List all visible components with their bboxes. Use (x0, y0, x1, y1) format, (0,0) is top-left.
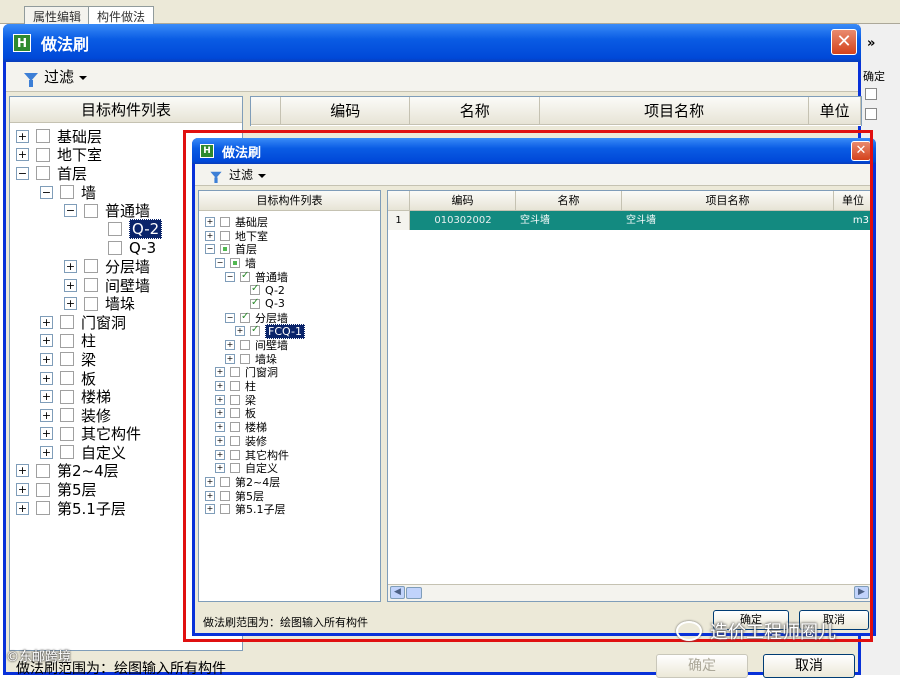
expand-icon[interactable]: + (16, 464, 29, 478)
expand-icon[interactable]: + (64, 259, 77, 273)
dropdown-caret-icon (79, 75, 88, 80)
node-checkbox[interactable] (84, 203, 98, 218)
side-checkbox[interactable] (865, 108, 877, 120)
node-checkbox[interactable] (36, 482, 50, 497)
node-checkbox[interactable] (60, 371, 74, 386)
collapse-icon[interactable]: − (40, 185, 53, 199)
expand-icon[interactable]: + (40, 352, 53, 366)
outer-title-bar[interactable]: H 做法刷 (3, 24, 861, 62)
corner-watermark: ©东邮跨境 (6, 650, 72, 665)
tree-node-label: Q-3 (129, 238, 157, 257)
expand-icon[interactable]: + (40, 315, 53, 329)
watermark-text: 造价工程师圈儿 (710, 622, 836, 643)
node-checkbox[interactable] (108, 222, 122, 237)
expand-icon[interactable]: + (40, 334, 53, 348)
column-code[interactable]: 编码 (281, 97, 411, 124)
expand-icon[interactable]: + (40, 390, 53, 404)
collapse-icon[interactable]: − (16, 166, 29, 180)
node-checkbox[interactable] (36, 129, 50, 144)
background-tab-strip: 属性编辑 构件做法 (0, 0, 900, 24)
highlight-frame (183, 130, 873, 642)
column-item-name[interactable]: 项目名称 (540, 97, 810, 124)
outer-cancel-button[interactable]: 取消 (763, 654, 855, 678)
tab-attribute-edit[interactable]: 属性编辑 (24, 6, 91, 24)
expand-icon[interactable]: + (16, 501, 29, 515)
app-icon: H (13, 34, 31, 52)
column-unit[interactable]: 单位 (809, 97, 861, 124)
outer-ok-button[interactable]: 确定 (656, 654, 748, 678)
expand-icon[interactable]: + (64, 297, 77, 311)
node-checkbox[interactable] (60, 408, 74, 423)
side-checkbox[interactable] (865, 88, 877, 100)
node-checkbox[interactable] (36, 147, 50, 162)
outer-filter-button[interactable]: 过滤 (44, 66, 88, 87)
node-checkbox[interactable] (84, 278, 98, 293)
wechat-icon (676, 621, 702, 641)
node-checkbox[interactable] (60, 426, 74, 441)
expand-icon[interactable]: + (16, 148, 29, 162)
expand-chevron-icon[interactable]: » (867, 36, 875, 51)
node-checkbox[interactable] (60, 352, 74, 367)
collapse-icon[interactable]: − (64, 204, 77, 218)
watermark: 造价工程师圈儿 (676, 618, 836, 644)
outer-list-header: 目标构件列表 (10, 97, 242, 123)
expand-icon[interactable]: + (40, 371, 53, 385)
node-checkbox[interactable] (60, 389, 74, 404)
expand-icon[interactable]: + (40, 427, 53, 441)
tree-node-label: 普通墙 (105, 202, 151, 221)
expand-icon[interactable]: + (40, 445, 53, 459)
outer-grid-header: 编码 名称 项目名称 单位 (251, 97, 861, 125)
row-number-header (251, 97, 281, 124)
outer-close-button[interactable]: ✕ (831, 29, 857, 55)
tree-node-label: Q-2 (129, 219, 163, 240)
node-checkbox[interactable] (60, 185, 74, 200)
node-checkbox[interactable] (36, 463, 50, 478)
node-checkbox[interactable] (60, 445, 74, 460)
expand-icon[interactable]: + (64, 278, 77, 292)
filter-icon (24, 72, 38, 87)
tree-node-label: 第5.1子层 (57, 499, 126, 518)
tab-component-method[interactable]: 构件做法 (88, 6, 155, 24)
outer-toolbar: 过滤 (6, 62, 858, 92)
column-name[interactable]: 名称 (410, 97, 541, 124)
outer-title: 做法刷 (41, 35, 90, 54)
node-checkbox[interactable] (36, 166, 50, 181)
expand-icon[interactable]: + (40, 408, 53, 422)
node-checkbox[interactable] (60, 315, 74, 330)
node-checkbox[interactable] (108, 240, 122, 255)
side-confirm-label: 确定 (863, 70, 885, 83)
outer-grid: 编码 名称 项目名称 单位 (250, 96, 862, 126)
node-checkbox[interactable] (84, 259, 98, 274)
node-checkbox[interactable] (36, 501, 50, 516)
tree-node-label: 墙 (81, 183, 97, 202)
expand-icon[interactable]: + (16, 483, 29, 497)
node-checkbox[interactable] (60, 333, 74, 348)
node-checkbox[interactable] (84, 296, 98, 311)
expand-icon[interactable]: + (16, 129, 29, 143)
